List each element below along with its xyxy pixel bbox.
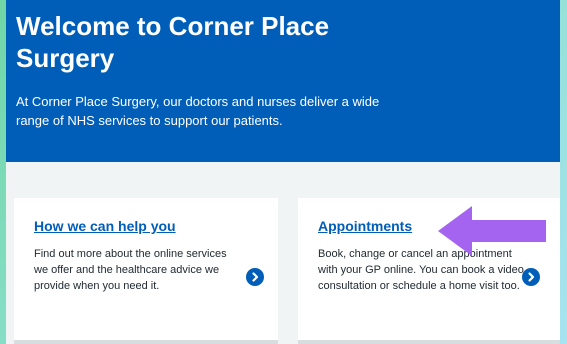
hero-banner: Welcome to Corner Place Surgery At Corne… bbox=[6, 0, 560, 162]
card-link-appointments[interactable]: Appointments bbox=[318, 218, 412, 234]
chevron-right-circle-icon[interactable] bbox=[522, 268, 540, 286]
left-arrow-icon bbox=[438, 206, 546, 256]
hero-description: At Corner Place Surgery, our doctors and… bbox=[16, 94, 380, 128]
chevron-right-circle-icon[interactable] bbox=[246, 268, 264, 286]
page-frame: Welcome to Corner Place Surgery At Corne… bbox=[6, 0, 560, 344]
card-link-how-we-can-help[interactable]: How we can help you bbox=[34, 218, 176, 234]
page-title: Welcome to Corner Place Surgery bbox=[16, 11, 330, 73]
card-description: Find out more about the online services … bbox=[34, 248, 227, 292]
card-how-we-can-help[interactable]: How we can help you Find out more about … bbox=[14, 198, 278, 344]
